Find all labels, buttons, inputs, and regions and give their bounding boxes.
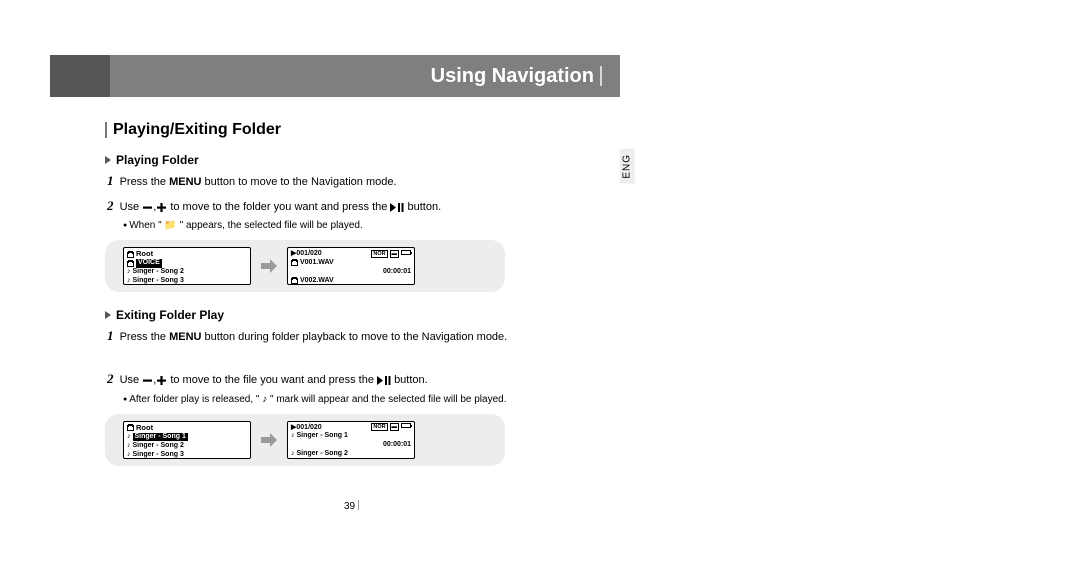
note-text: When " 📁 " appears, the selected file wi… xyxy=(123,218,565,234)
content-section: ENG Playing/Exiting Folder Playing Folde… xyxy=(105,121,565,466)
screens-illustration-2: Root ♪Singer - Song 1 ♪Singer - Song 2 ♪… xyxy=(105,414,505,466)
arrow-right-icon xyxy=(261,433,277,447)
step-text: button. xyxy=(408,201,442,213)
step-2: 2 Use , to move to the folder you want a… xyxy=(107,194,565,219)
folder-icon xyxy=(291,260,298,266)
lcd-right: ▶001/020 NOR ▬ ♪Singer - Song 1 00:00:01… xyxy=(287,421,415,459)
step-number: 1 xyxy=(107,173,114,188)
minus-icon xyxy=(142,376,153,385)
manual-page: Using Navigation ENG Playing/Exiting Fol… xyxy=(50,55,620,482)
folder-icon xyxy=(127,261,134,267)
play-pause-icon xyxy=(390,203,404,212)
heading-bar-icon xyxy=(105,122,107,138)
step-text: button to move to the Navigation mode. xyxy=(201,176,396,188)
lcd-row: Singer - Song 2 xyxy=(133,268,184,276)
triangle-bullet-icon xyxy=(105,156,111,164)
page-number: 39 xyxy=(344,500,359,512)
note-icon: ♪ xyxy=(127,268,131,276)
subheading-row: Playing Folder xyxy=(105,153,565,167)
lcd-row: Singer - Song 3 xyxy=(133,277,184,285)
note-icon: ♪ xyxy=(291,450,295,458)
subheading-row: Exiting Folder Play xyxy=(105,308,565,322)
eq-badge: ▬ xyxy=(390,423,400,431)
triangle-bullet-icon xyxy=(105,311,111,319)
note-icon: ♪ xyxy=(127,442,131,450)
step-text: to move to the folder you want and press… xyxy=(170,201,390,213)
lcd-row: V001.WAV xyxy=(300,259,334,267)
subheading-exiting: Exiting Folder Play xyxy=(116,308,224,322)
lcd-time: 00:00:01 xyxy=(383,441,411,449)
minus-icon xyxy=(142,203,153,212)
lcd-row: V002.WAV xyxy=(300,277,334,285)
lcd-row: Singer - Song 2 xyxy=(297,450,348,458)
step-text: Use xyxy=(120,374,143,386)
plus-icon xyxy=(156,203,167,212)
play-pause-icon xyxy=(377,376,391,385)
arrow-right-icon xyxy=(261,259,277,273)
folder-icon xyxy=(291,278,298,284)
battery-icon xyxy=(401,250,411,255)
page-number-value: 39 xyxy=(344,501,355,512)
lcd-title: Root xyxy=(136,250,153,259)
step-text: Press the xyxy=(120,176,170,188)
step-text: button. xyxy=(394,374,428,386)
step-text: Use xyxy=(120,201,143,213)
language-tab: ENG xyxy=(620,149,635,184)
lcd-row: Singer - Song 1 xyxy=(297,432,348,440)
step-1: 1 Press the MENU button to move to the N… xyxy=(107,169,565,194)
page-number-bar-icon xyxy=(358,500,359,510)
step-2: 2 Use , to move to the file you want and… xyxy=(107,367,565,392)
folder-icon xyxy=(127,425,134,431)
note-text: After folder play is released, " ♪ " mar… xyxy=(123,392,565,408)
folder-icon xyxy=(127,252,134,258)
section-heading-row: Playing/Exiting Folder xyxy=(105,121,565,139)
step-number: 1 xyxy=(107,328,114,343)
step-1: 1 Press the MENU button during folder pl… xyxy=(107,324,565,349)
plus-icon xyxy=(156,376,167,385)
header-accent xyxy=(50,55,110,97)
section-heading: Playing/Exiting Folder xyxy=(113,121,281,139)
step-number: 2 xyxy=(107,198,114,213)
lcd-highlight: VOICE xyxy=(136,259,162,267)
lcd-left: Root ♪Singer - Song 1 ♪Singer - Song 2 ♪… xyxy=(123,421,251,459)
menu-bold: MENU xyxy=(169,176,201,188)
lcd-title: Root xyxy=(136,424,153,433)
note-icon: ♪ xyxy=(127,451,131,459)
note-icon: ♪ xyxy=(291,432,295,440)
step-text: button during folder playback to move to… xyxy=(201,331,507,343)
eq-badge: ▬ xyxy=(390,250,400,258)
battery-icon xyxy=(401,423,411,428)
lcd-time: 00:00:01 xyxy=(383,268,411,276)
lcd-counter: 001/020 xyxy=(296,424,321,431)
lcd-left: Root VOICE ♪Singer - Song 2 ♪Singer - So… xyxy=(123,247,251,285)
lcd-counter: 001/020 xyxy=(296,250,321,257)
step-text: to move to the file you want and press t… xyxy=(170,374,377,386)
subheading-playing: Playing Folder xyxy=(116,153,199,167)
note-icon: ♪ xyxy=(127,277,131,285)
step-text: Press the xyxy=(120,331,170,343)
screens-illustration-1: Root VOICE ♪Singer - Song 2 ♪Singer - So… xyxy=(105,240,505,292)
header-bar: Using Navigation xyxy=(50,55,620,97)
lcd-row: Singer - Song 3 xyxy=(133,451,184,459)
nor-badge: NOR xyxy=(371,250,387,258)
nor-badge: NOR xyxy=(371,423,387,431)
header-main: Using Navigation xyxy=(110,55,620,97)
header-divider xyxy=(600,66,602,86)
note-icon: ♪ xyxy=(127,433,131,441)
lcd-right: ▶001/020 NOR ▬ V001.WAV 00:00:01 V002.WA… xyxy=(287,247,415,285)
menu-bold: MENU xyxy=(169,331,201,343)
lcd-highlight: Singer - Song 1 xyxy=(133,433,188,441)
step-number: 2 xyxy=(107,371,114,386)
lcd-row: Singer - Song 2 xyxy=(133,442,184,450)
header-title: Using Navigation xyxy=(431,65,594,88)
